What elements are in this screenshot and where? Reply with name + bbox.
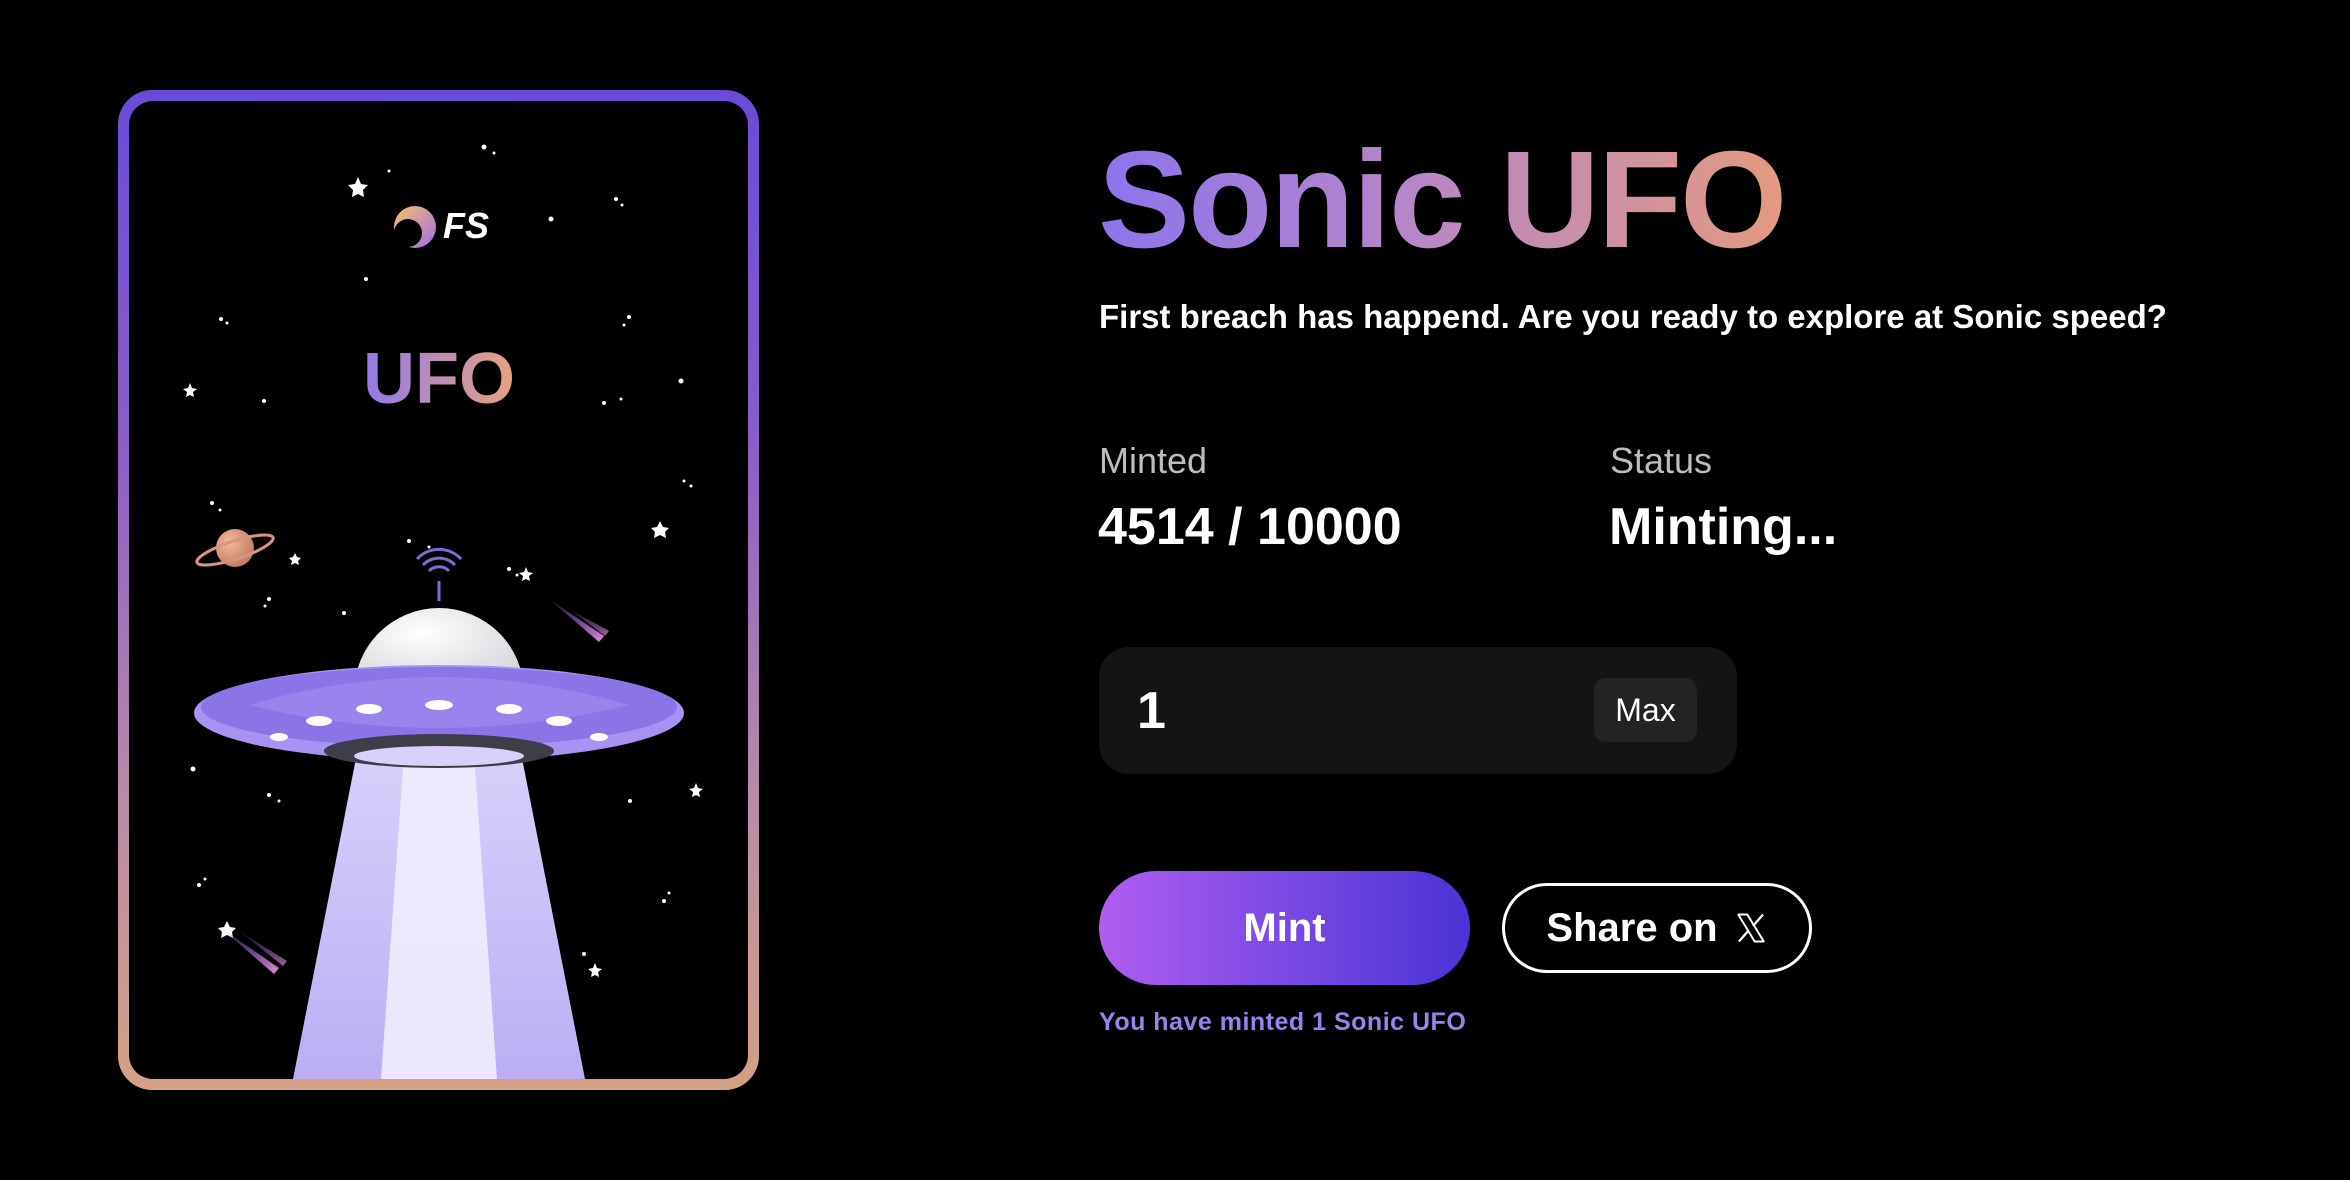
- share-on-x-button[interactable]: Share on: [1502, 883, 1812, 973]
- ufo-illustration: FS UFO: [183, 144, 703, 1079]
- nft-card: FS UFO: [118, 90, 759, 1090]
- minted-count-note: You have minted 1 Sonic UFO: [1099, 1008, 1467, 1036]
- fs-logo: FS: [394, 205, 489, 248]
- minted-value: 4514 / 10000: [1098, 498, 1402, 556]
- page-title: Sonic UFO: [1098, 123, 1787, 277]
- max-button[interactable]: Max: [1594, 678, 1697, 742]
- quantity-field: Max: [1099, 647, 1737, 774]
- status-label: Status: [1610, 440, 1713, 481]
- minted-label: Minted: [1099, 440, 1208, 481]
- share-label: Share on: [1546, 905, 1718, 950]
- ufo-saucer: [194, 665, 684, 768]
- mint-button[interactable]: Mint: [1099, 871, 1470, 985]
- svg-text:FS: FS: [443, 205, 489, 246]
- quantity-input[interactable]: [1135, 677, 1559, 745]
- antenna-icon: [415, 547, 463, 601]
- status-value: Minting...: [1609, 498, 1838, 556]
- planet-icon: [195, 529, 275, 567]
- card-ufo-label: UFO: [363, 339, 515, 419]
- mint-page: FS UFO Sonic UFO First breach has happen…: [0, 0, 2350, 1180]
- nft-card-artwork: FS UFO: [129, 101, 748, 1079]
- x-logo-icon: [1736, 913, 1765, 943]
- page-subtitle: First breach has happend. Are you ready …: [1099, 298, 2167, 335]
